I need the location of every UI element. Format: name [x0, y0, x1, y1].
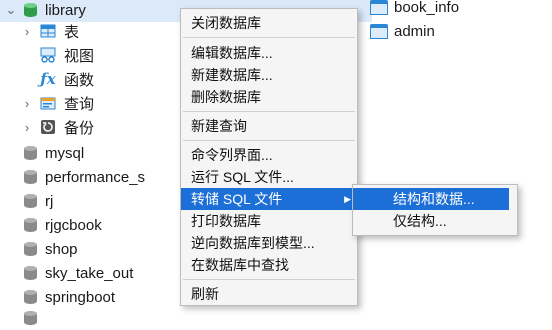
- submenu-arrow-icon: ▶: [344, 194, 351, 204]
- query-category-icon: [40, 95, 56, 111]
- dump-sql-submenu: 结构和数据... 仅结构...: [352, 184, 518, 236]
- chevron-right-icon[interactable]: ›: [20, 120, 34, 135]
- tree-item-label: 视图: [64, 47, 95, 65]
- menu-item-reverse-to-model[interactable]: 逆向数据库到模型...: [191, 232, 315, 254]
- menu-item-new-database[interactable]: 新建数据库...: [191, 64, 273, 86]
- menu-item-close-database[interactable]: 关闭数据库: [191, 12, 261, 34]
- chevron-right-icon[interactable]: ›: [20, 96, 34, 111]
- tree-item-functions[interactable]: ƒx 函数: [40, 67, 94, 91]
- table-item[interactable]: book_info: [370, 0, 459, 19]
- database-icon: [24, 289, 37, 305]
- menu-item-new-query[interactable]: 新建查询: [191, 115, 247, 137]
- table-icon: [370, 23, 388, 39]
- tree-item-label: 备份: [64, 119, 95, 137]
- context-menu: 关闭数据库 编辑数据库... 新建数据库... 删除数据库 新建查询 命令列界面…: [180, 8, 359, 306]
- tree-item-database[interactable]: mysql: [24, 141, 84, 165]
- table-item[interactable]: admin: [370, 19, 435, 43]
- tree-item-label: rj: [45, 192, 54, 210]
- menu-separator: [183, 111, 355, 112]
- table-icon: [370, 0, 388, 15]
- database-icon: [24, 241, 37, 257]
- tree-item-label: sky_take_out: [45, 264, 134, 282]
- tree-item-label: performance_s: [45, 168, 146, 186]
- function-category-icon: ƒx: [40, 70, 56, 88]
- database-icon: [24, 169, 37, 185]
- menu-item-dump-sql-file[interactable]: 转储 SQL 文件 ▶: [181, 188, 359, 210]
- tree-item-label: shop: [45, 240, 78, 258]
- chevron-down-icon[interactable]: ⌄: [4, 2, 18, 18]
- submenu-item-structure-and-data[interactable]: 结构和数据...: [353, 188, 509, 210]
- submenu-item-structure-only[interactable]: 仅结构...: [353, 210, 509, 232]
- table-item-label: book_info: [394, 0, 460, 16]
- tree-item-tables[interactable]: › 表: [20, 19, 79, 43]
- tree-item-label: 表: [64, 23, 80, 41]
- menu-item-command-line[interactable]: 命令列界面...: [191, 144, 273, 166]
- tree-item-label: rjgcbook: [45, 216, 102, 234]
- tree-item-database[interactable]: shop: [24, 237, 78, 261]
- database-icon: [24, 310, 37, 326]
- menu-item-run-sql-file[interactable]: 运行 SQL 文件...: [191, 166, 294, 188]
- table-item-label: admin: [394, 22, 435, 40]
- chevron-right-icon[interactable]: ›: [20, 24, 34, 39]
- tree-item-database[interactable]: [24, 306, 45, 330]
- menu-item-delete-database[interactable]: 删除数据库: [191, 86, 261, 108]
- database-icon: [24, 145, 37, 161]
- tree-item-views[interactable]: 视图: [40, 43, 94, 67]
- table-category-icon: [40, 23, 56, 39]
- tree-item-label: mysql: [45, 144, 85, 162]
- menu-item-refresh[interactable]: 刷新: [191, 283, 219, 305]
- database-icon: [24, 265, 37, 281]
- menu-separator: [183, 279, 355, 280]
- menu-item-find-in-database[interactable]: 在数据库中查找: [191, 254, 289, 276]
- menu-item-label: 转储 SQL 文件: [191, 191, 283, 207]
- tree-item-database[interactable]: sky_take_out: [24, 261, 133, 285]
- tree-item-label: springboot: [45, 288, 116, 306]
- menu-separator: [183, 140, 355, 141]
- tree-item-label: 函数: [64, 71, 95, 89]
- tree-item-database[interactable]: rj: [24, 189, 53, 213]
- backup-category-icon: [40, 119, 56, 135]
- database-icon: [24, 217, 37, 233]
- tree-item-label: 查询: [64, 95, 95, 113]
- menu-item-edit-database[interactable]: 编辑数据库...: [191, 42, 273, 64]
- menu-separator: [183, 37, 355, 38]
- database-icon: [24, 193, 37, 209]
- tree-item-label: library: [45, 1, 86, 19]
- tree-item-database[interactable]: rjgcbook: [24, 213, 102, 237]
- tree-item-queries[interactable]: › 查询: [20, 91, 94, 115]
- view-category-icon: [40, 47, 56, 63]
- menu-item-print-database[interactable]: 打印数据库: [191, 210, 261, 232]
- tree-item-database[interactable]: performance_s: [24, 165, 145, 189]
- tree-item-backups[interactable]: › 备份: [20, 115, 94, 139]
- database-open-icon: [24, 2, 37, 18]
